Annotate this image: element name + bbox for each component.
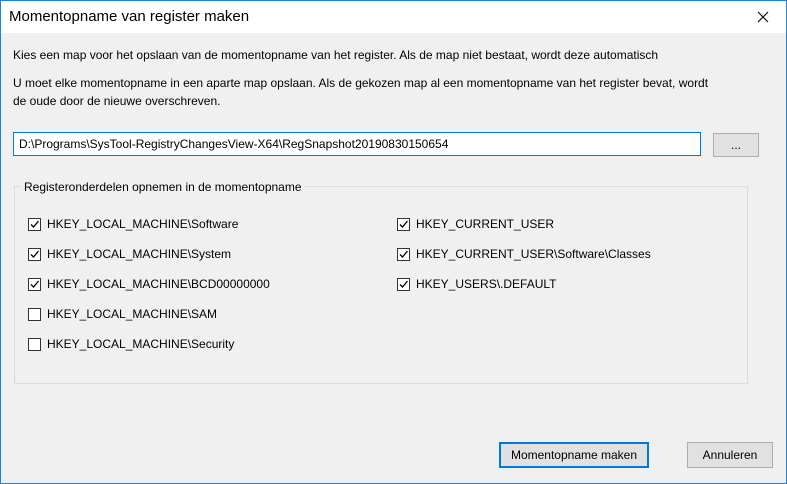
checkbox-hku-default[interactable]: HKEY_USERS\.DEFAULT [397,275,556,293]
create-snapshot-button[interactable]: Momentopname maken [499,442,649,468]
checkbox-box[interactable] [28,307,41,321]
checkmark-icon [399,220,408,228]
checkbox-hklm-sam[interactable]: HKEY_LOCAL_MACHINE\SAM [28,305,217,323]
snapshot-folder-input[interactable]: D:\Programs\SysTool-RegistryChangesView-… [13,132,701,156]
checkmark-icon [399,280,408,288]
checkbox-label: HKEY_CURRENT_USER [416,217,555,231]
intro-text-3: de oude door de nieuwe overschreven. [13,94,221,108]
browse-button[interactable]: ... [713,133,759,157]
checkmark-icon [30,250,39,258]
intro-text-2: U moet elke momentopname in een aparte m… [13,76,709,90]
checkbox-box[interactable] [28,277,41,291]
checkbox-hklm-system[interactable]: HKEY_LOCAL_MACHINE\System [28,245,231,263]
checkbox-label: HKEY_CURRENT_USER\Software\Classes [416,247,651,261]
intro-text-1: Kies een map voor het opslaan van de mom… [13,48,659,62]
checkbox-hklm-software[interactable]: HKEY_LOCAL_MACHINE\Software [28,215,238,233]
checkbox-box[interactable] [28,337,41,351]
checkbox-label: HKEY_LOCAL_MACHINE\Security [47,337,235,351]
checkbox-label: HKEY_LOCAL_MACHINE\System [47,247,232,261]
cancel-button[interactable]: Annuleren [687,442,773,468]
close-icon [757,11,769,23]
title-bar: Momentopname van register maken [1,1,786,33]
checkbox-label: HKEY_LOCAL_MACHINE\BCD00000000 [47,277,270,291]
checkbox-box[interactable] [28,247,41,261]
checkbox-label: HKEY_LOCAL_MACHINE\Software [47,217,239,231]
checkbox-box[interactable] [397,217,410,231]
checkbox-hkcu[interactable]: HKEY_CURRENT_USER [397,215,554,233]
dialog-window: Momentopname van register maken Kies een… [0,0,787,484]
window-title: Momentopname van register maken [9,8,250,25]
checkbox-label: HKEY_LOCAL_MACHINE\SAM [47,307,218,321]
checkmark-icon [30,280,39,288]
checkbox-box[interactable] [28,217,41,231]
group-label: Registeronderdelen opnemen in de momento… [21,179,305,195]
checkbox-box[interactable] [397,277,410,291]
checkbox-hklm-security[interactable]: HKEY_LOCAL_MACHINE\Security [28,335,234,353]
checkmark-icon [30,220,39,228]
close-button[interactable] [740,1,786,33]
checkbox-hklm-bcd[interactable]: HKEY_LOCAL_MACHINE\BCD00000000 [28,275,270,293]
checkbox-box[interactable] [397,247,410,261]
checkbox-hkcu-classes[interactable]: HKEY_CURRENT_USER\Software\Classes [397,245,651,263]
checkmark-icon [399,250,408,258]
checkbox-label: HKEY_USERS\.DEFAULT [416,277,557,291]
